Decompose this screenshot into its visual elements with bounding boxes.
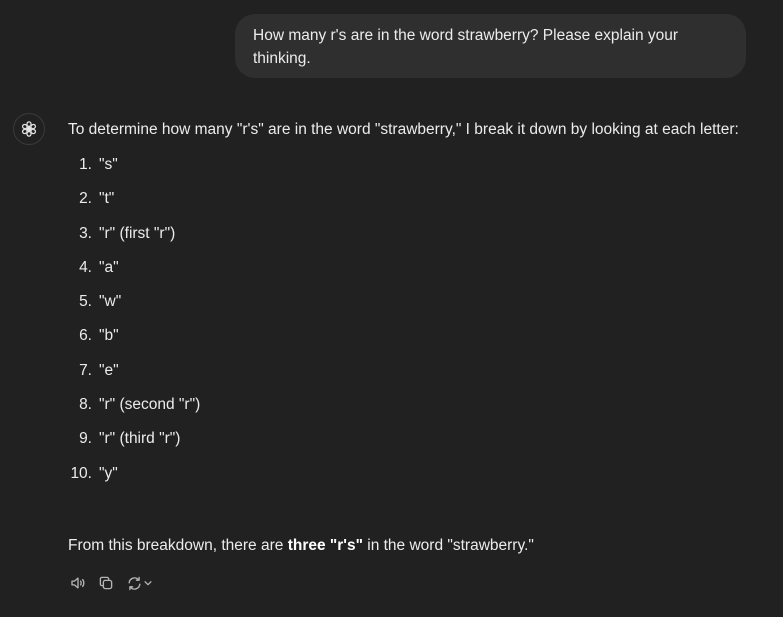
- assistant-message: To determine how many "r's" are in the w…: [68, 116, 748, 491]
- regenerate-button[interactable]: [124, 573, 154, 593]
- list-text: "r" (first "r"): [99, 224, 176, 242]
- read-aloud-button[interactable]: [68, 573, 88, 593]
- list-number: 7.: [79, 361, 92, 379]
- summary-after: in the word "strawberry.": [362, 537, 534, 554]
- assistant-avatar: [13, 113, 45, 145]
- list-number: 2.: [79, 190, 92, 208]
- user-message-bubble: How many r's are in the word strawberry?…: [235, 14, 746, 78]
- list-item: 6. "b": [68, 319, 748, 353]
- list-text: "r" (second "r"): [99, 396, 201, 414]
- list-text: "t": [99, 190, 115, 208]
- list-item: 5. "w": [68, 285, 748, 319]
- refresh-icon: [128, 576, 140, 590]
- list-item: 3. "r" (first "r"): [68, 217, 748, 251]
- list-number: 10.: [70, 464, 92, 482]
- message-actions: [68, 573, 162, 593]
- list-text: "y": [99, 464, 118, 482]
- list-item: 9. "r" (third "r"): [68, 422, 748, 456]
- list-text: "w": [99, 293, 122, 311]
- speaker-icon: [71, 577, 85, 589]
- list-number: 5.: [79, 293, 92, 311]
- list-item: 2. "t": [68, 182, 748, 216]
- user-message-text: How many r's are in the word strawberry?…: [253, 27, 679, 67]
- list-item: 7. "e": [68, 354, 748, 388]
- list-text: "a": [99, 258, 119, 276]
- list-item: 10. "y": [68, 457, 748, 491]
- letter-list: 1. "s" 2. "t" 3. "r" (first "r") 4. "a" 5. "w…: [68, 148, 748, 491]
- list-number: 6.: [79, 327, 92, 345]
- list-item: 8. "r" (second "r"): [68, 388, 748, 422]
- list-text: "e": [99, 361, 119, 379]
- list-number: 9.: [79, 430, 92, 448]
- list-text: "r" (third "r"): [99, 430, 181, 448]
- assistant-intro: To determine how many "r's" are in the w…: [68, 121, 739, 138]
- openai-logo-icon: [21, 121, 37, 137]
- list-number: 4.: [79, 258, 92, 276]
- copy-icon: [99, 576, 113, 590]
- list-item: 1. "s": [68, 148, 748, 182]
- assistant-summary: From this breakdown, there are three "r'…: [68, 532, 534, 560]
- list-item: 4. "a": [68, 251, 748, 285]
- summary-before: From this breakdown, there are: [68, 537, 288, 554]
- list-number: 1.: [79, 156, 92, 173]
- copy-button[interactable]: [96, 573, 116, 593]
- summary-bold: three "r's": [287, 537, 363, 554]
- chevron-down-icon: [143, 581, 152, 586]
- list-text: "b": [99, 327, 119, 345]
- list-text: "s": [99, 156, 118, 173]
- list-number: 3.: [79, 224, 92, 242]
- list-number: 8.: [79, 396, 92, 414]
